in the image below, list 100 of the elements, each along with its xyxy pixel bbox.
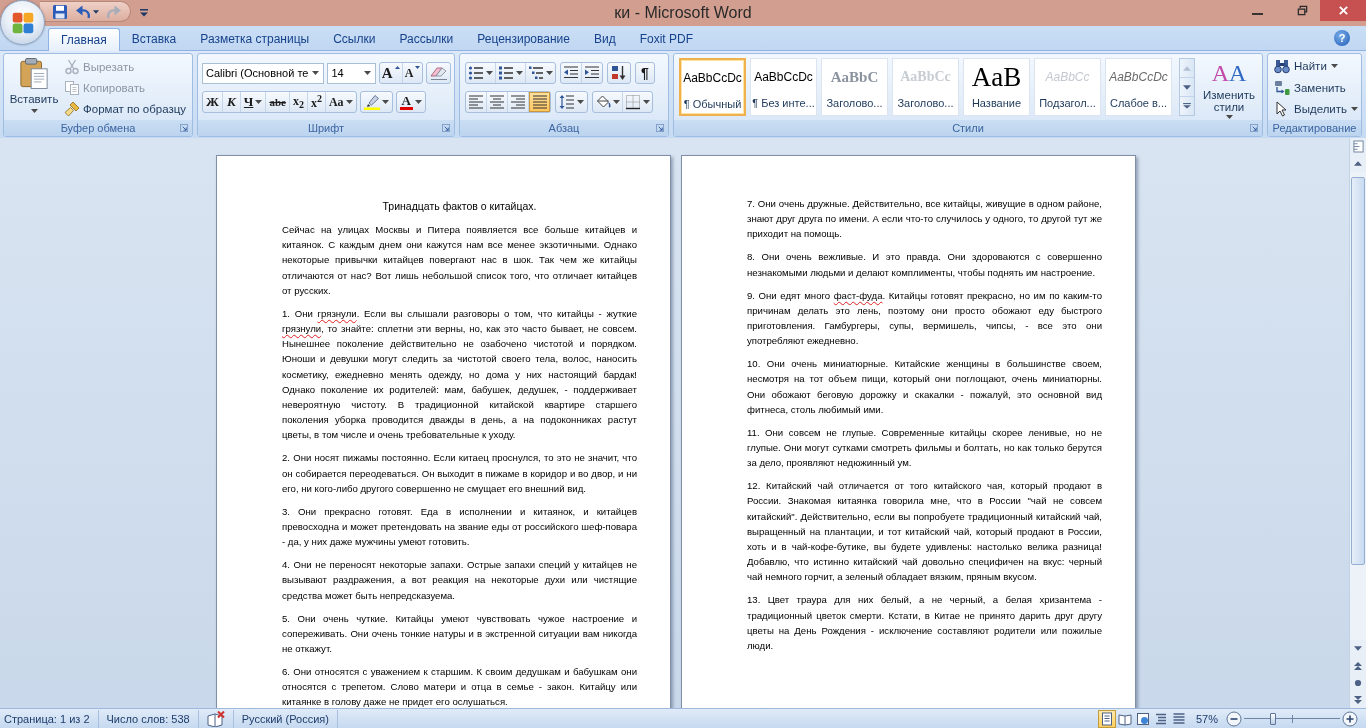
dialog-launcher-button[interactable]: [178, 122, 190, 134]
document-paragraph: 11. Они совсем не глупые. Современные китайцы скорее ленивые, но не глупые. Они могут сутками смотреть фильмы и болтать, но как только берутся за дело, проявляют недюжинный ум.: [747, 425, 1102, 471]
sort-icon: [611, 65, 627, 81]
show-marks-button[interactable]: ¶: [635, 62, 655, 84]
style-tile[interactable]: AaBbCcDc ¶ Без инте...: [750, 58, 817, 116]
style-tile[interactable]: AaBbCc Подзагол...: [1034, 58, 1101, 116]
outline-list-icon: [1153, 711, 1168, 726]
caret-icon: [312, 71, 320, 75]
align-right-icon: [510, 94, 526, 110]
page-indicator[interactable]: Страница: 1 из 2: [0, 709, 99, 728]
up-triangle-icon: [1183, 65, 1191, 71]
undo-arrow-icon: [75, 3, 91, 20]
bold-button[interactable]: Ж: [203, 92, 223, 112]
select-button[interactable]: Выделить: [1272, 98, 1361, 120]
change-case-button[interactable]: Aa: [325, 92, 356, 112]
double-down-arrow-icon: [1354, 695, 1362, 704]
web-page-icon: [1135, 711, 1150, 726]
justify-button[interactable]: [529, 92, 550, 112]
caret-icon: [1351, 107, 1359, 112]
highlight-button[interactable]: [359, 91, 393, 113]
dialog-launcher-button[interactable]: [440, 122, 452, 134]
style-tile[interactable]: AaBbCcDc Слабое в...: [1105, 58, 1172, 116]
view-ruler-button[interactable]: [1350, 138, 1366, 155]
underline-button[interactable]: Ч: [240, 92, 267, 112]
document-paragraph: 1. Они грязнули. Если вы слышали разговоры о том, что китайцы - жуткие грязнули, то знайте: сплетни эти верны, но, как это часто бывает, не совсем. Нынешнее поколение действительно не озабочено чистотой и порядком. Юноши и девушки могут следить за чистотой своего тела, волос, наносить косметику, ежедневно менять одежду, но дома у них настоящий бардак! Однако поколение их родителей: мам, бабушек, дедушек, - поддерживает невероятную чистоту. В традиционной китайской квартире старшего поколения уборка проводится дважды в день, а на подоконниках растут цветы, в том числе и очень требовательные к уходу.: [282, 306, 637, 443]
multilevel-list-icon: [528, 65, 544, 81]
language-indicator[interactable]: Русский (Россия): [233, 709, 338, 728]
caret-icon: [486, 71, 493, 75]
scrollbar-thumb[interactable]: [1351, 177, 1365, 565]
justify-icon: [531, 94, 548, 110]
align-center-icon: [489, 94, 505, 110]
strikethrough-button[interactable]: abe: [266, 92, 290, 112]
font-size-field[interactable]: 14: [327, 62, 376, 84]
ribbon-tab[interactable]: Ссылки: [321, 28, 388, 50]
caret-icon: [577, 100, 584, 104]
zoom-slider-thumb[interactable]: [1269, 712, 1276, 725]
format-painter-button[interactable]: Формат по образцу: [62, 98, 189, 120]
dialog-launcher-button[interactable]: [1248, 122, 1260, 134]
corner-arrow-icon: [180, 124, 188, 132]
ribbon-tab[interactable]: Рецензирование: [465, 28, 582, 50]
close-button[interactable]: [1320, 0, 1366, 21]
zoom-in-button[interactable]: [1342, 710, 1358, 727]
print-layout-button[interactable]: [1097, 709, 1116, 728]
shrink-font-button[interactable]: A: [402, 63, 423, 83]
bullets-button[interactable]: [466, 63, 496, 83]
customize-button[interactable]: [139, 8, 149, 18]
close-icon: [1337, 5, 1349, 16]
document-paragraph: 10. Они очень миниатюрные. Китайские женщины в большинстве своем, несмотря на тот объем пищи, который они поглощают, очень миниатюрны. Они обожают беговую дорожку и скакалки - пожалуй, это основной вид фитнеса, столь любимый ими.: [747, 357, 1102, 417]
align-left-icon: [468, 94, 484, 110]
border-grid-icon: [625, 94, 641, 110]
caret-icon: [516, 71, 523, 75]
indent-icon: [584, 65, 600, 81]
book-cross-icon: [206, 710, 225, 727]
document-paragraph: 6. Они относятся с уважением к старшим. К своим дедушкам и бабушкам они относятся с трепетом. Слово матери и отца в семье - закон. Китайцу или китаянке в голову даже не придет его ослушаться.: [282, 665, 637, 708]
font-name-field[interactable]: Calibri (Основной те: [202, 62, 325, 84]
restore-icon: [1296, 5, 1308, 16]
line-spacing-icon: [559, 94, 575, 110]
clear-formatting-button[interactable]: [426, 62, 451, 84]
font-color-button[interactable]: A: [395, 91, 426, 113]
ribbon-tab[interactable]: Разметка страницы: [188, 28, 322, 50]
align-left-button[interactable]: [466, 92, 487, 112]
sort-button[interactable]: [607, 62, 631, 84]
zoom-level[interactable]: 57%: [1187, 712, 1226, 725]
save-button[interactable]: [50, 2, 70, 21]
subscript-button[interactable]: x$_{2}$: [289, 92, 308, 112]
zoom-out-button[interactable]: [1226, 710, 1242, 727]
numbering-button[interactable]: [496, 63, 526, 83]
ribbon-tab[interactable]: Вставка: [119, 28, 189, 50]
expand-icon: [1183, 103, 1191, 109]
scissors-icon: [64, 58, 80, 75]
borders-button[interactable]: [623, 92, 652, 112]
down-triangle-icon: [1354, 646, 1362, 651]
superscript-button[interactable]: x$^{2}$: [307, 92, 326, 112]
double-up-arrow-icon: [1354, 661, 1362, 670]
replace-button[interactable]: Заменить: [1272, 76, 1361, 99]
group-label: Буфер обмена: [59, 122, 137, 134]
ruler-icon: [1352, 140, 1364, 153]
document-paragraph: 7. Они очень дружные. Действительно, все китайцы, живущие в одном районе, знают друг друга по имени. А если что-то случилось у одного, то другой тут же приходит на помощь.: [747, 197, 1102, 242]
align-center-button[interactable]: [487, 92, 508, 112]
minus-icon: [1226, 710, 1242, 727]
paste-button[interactable]: Вставить: [8, 55, 60, 120]
up-caret-icon: [394, 66, 400, 69]
ribbon-tab[interactable]: Главная: [48, 28, 120, 51]
change-styles-button[interactable]: AA Изменить стили: [1198, 58, 1260, 124]
ribbon-tab[interactable]: Вид: [581, 28, 628, 50]
line-spacing-button[interactable]: [555, 91, 588, 113]
style-tile[interactable]: AaBbCc Заголово...: [892, 58, 959, 116]
decrease-indent-button[interactable]: [561, 63, 582, 83]
style-tile[interactable]: AaBbCcDc ¶ Обычный: [679, 58, 746, 116]
italic-button[interactable]: К: [222, 92, 241, 112]
find-button[interactable]: Найти: [1272, 55, 1361, 77]
style-tile[interactable]: AaB Название: [963, 58, 1030, 116]
group-label: Стили: [951, 122, 985, 134]
dialog-launcher-button[interactable]: [654, 122, 666, 134]
ribbon-tab[interactable]: Foxit PDF: [627, 28, 705, 50]
grow-font-button[interactable]: A: [379, 63, 403, 83]
style-tile[interactable]: AaBbC Заголово...: [821, 58, 888, 116]
ribbon-tab[interactable]: Рассылки: [387, 28, 466, 50]
document-paragraph: 8. Они очень вежливые. И это правда. Они здороваются с совершенно незнакомыми людьми и делают комплименты, чтобы поднять им настроение.: [747, 250, 1102, 280]
word-count[interactable]: Число слов: 538: [98, 709, 199, 728]
